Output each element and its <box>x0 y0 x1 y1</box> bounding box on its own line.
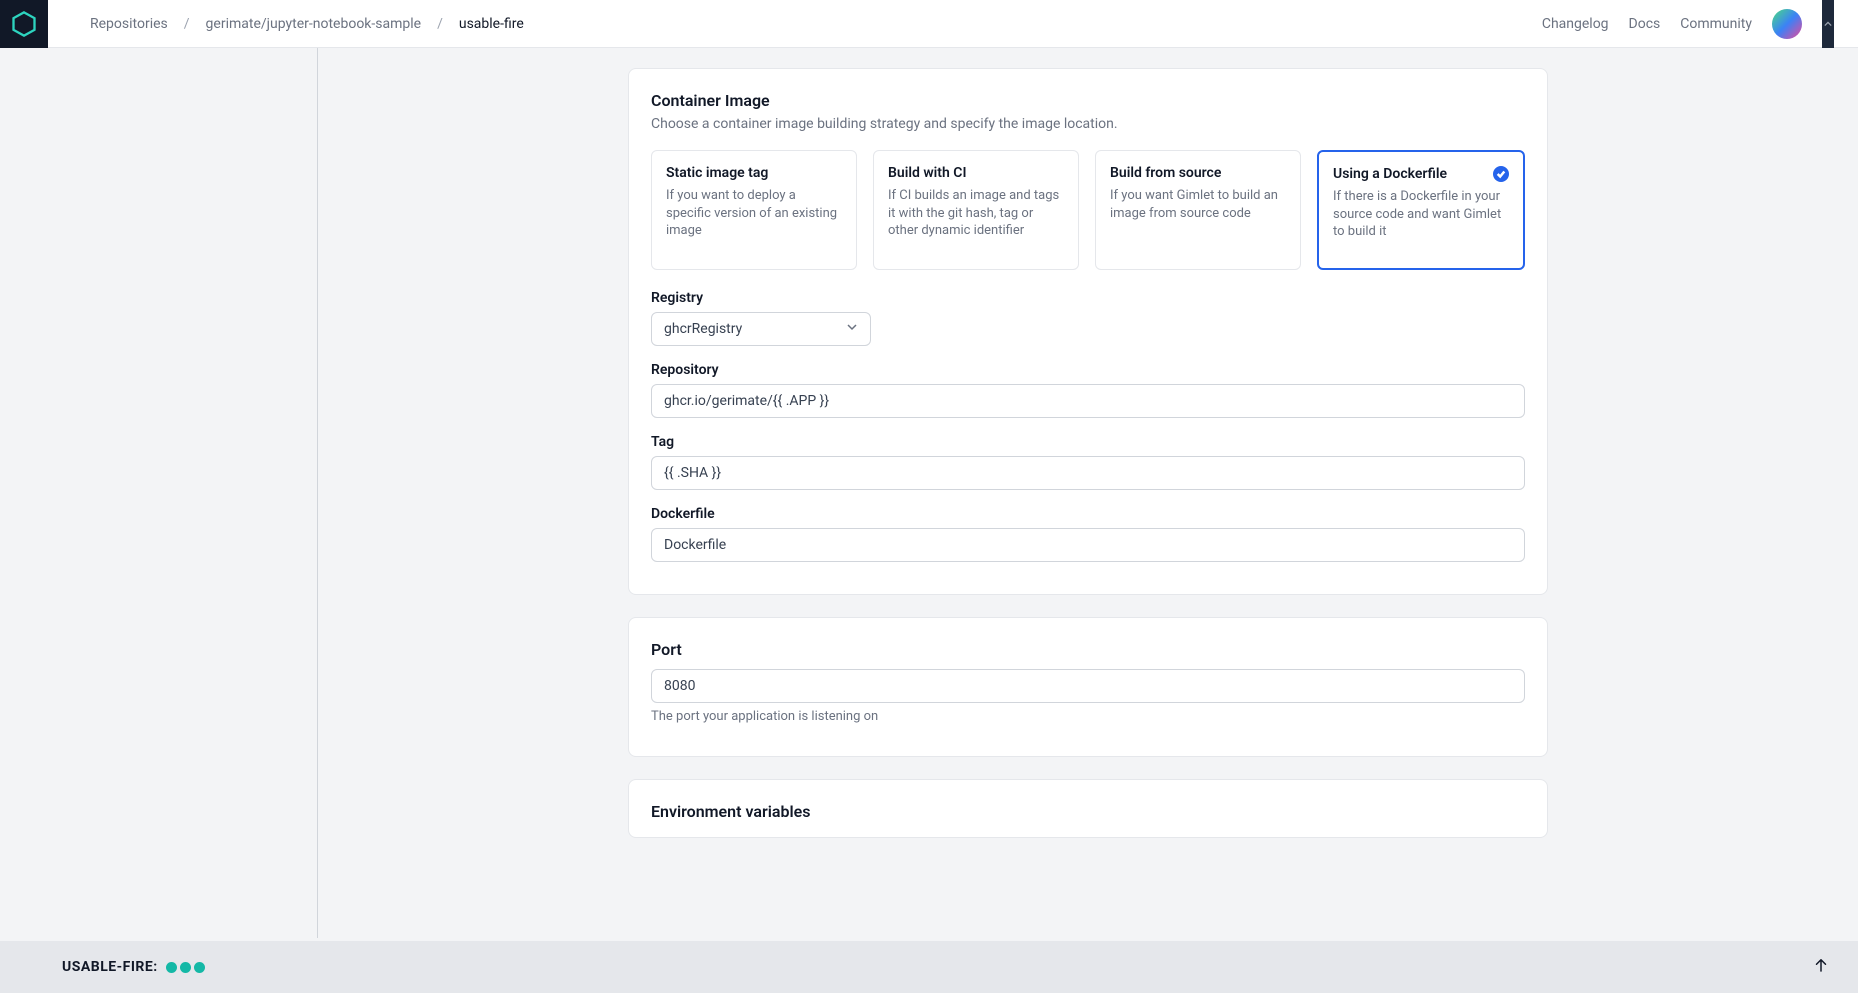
breadcrumb-root[interactable]: Repositories <box>90 16 168 32</box>
field-tag: Tag <box>651 434 1525 490</box>
chevron-down-icon <box>846 321 858 337</box>
registry-label: Registry <box>651 290 1525 306</box>
tag-input[interactable] <box>651 456 1525 490</box>
left-panel <box>0 48 318 938</box>
scroll-top-button[interactable] <box>1812 956 1830 978</box>
dockerfile-input[interactable] <box>651 528 1525 562</box>
avatar[interactable] <box>1772 9 1802 39</box>
content-column: Container Image Choose a container image… <box>318 48 1858 938</box>
strategy-title: Build from source <box>1110 165 1286 181</box>
strategy-build-with-ci[interactable]: Build with CI If CI builds an image and … <box>873 150 1079 270</box>
breadcrumb-separator: / <box>437 16 443 32</box>
breadcrumb-separator: / <box>184 16 190 32</box>
strategy-title: Using a Dockerfile <box>1333 166 1509 182</box>
strategy-sub: If you want Gimlet to build an image fro… <box>1110 187 1286 222</box>
env-vars-title: Environment variables <box>651 802 1525 821</box>
chevron-up-icon <box>1824 20 1832 28</box>
bottom-bar: USABLE-FIRE: <box>0 941 1858 993</box>
status-dot <box>194 962 205 973</box>
link-changelog[interactable]: Changelog <box>1542 16 1609 32</box>
breadcrumb-repo[interactable]: gerimate/jupyter-notebook-sample <box>206 16 422 32</box>
breadcrumb-current: usable-fire <box>459 16 524 32</box>
status-dots <box>166 962 205 973</box>
strategy-sub: If you want to deploy a specific version… <box>666 187 842 240</box>
tag-label: Tag <box>651 434 1525 450</box>
check-icon <box>1493 166 1509 182</box>
strategy-build-from-source[interactable]: Build from source If you want Gimlet to … <box>1095 150 1301 270</box>
registry-value: ghcrRegistry <box>664 321 742 337</box>
bottom-bar-label: USABLE-FIRE: <box>62 959 205 975</box>
topbar-left: Repositories / gerimate/jupyter-notebook… <box>0 0 524 48</box>
repository-input[interactable] <box>651 384 1525 418</box>
arrow-up-icon <box>1812 956 1830 974</box>
port-input[interactable] <box>651 669 1525 703</box>
strategy-title: Build with CI <box>888 165 1064 181</box>
strategy-sub: If there is a Dockerfile in your source … <box>1333 188 1509 241</box>
card-container-image: Container Image Choose a container image… <box>628 68 1548 595</box>
field-registry: Registry ghcrRegistry <box>651 290 1525 346</box>
strategy-static-image-tag[interactable]: Static image tag If you want to deploy a… <box>651 150 857 270</box>
card-env-vars: Environment variables <box>628 779 1548 838</box>
link-community[interactable]: Community <box>1680 16 1752 32</box>
container-image-title: Container Image <box>651 91 1525 110</box>
strategy-sub: If CI builds an image and tags it with t… <box>888 187 1064 240</box>
breadcrumb: Repositories / gerimate/jupyter-notebook… <box>90 16 524 32</box>
dockerfile-label: Dockerfile <box>651 506 1525 522</box>
topbar-right: Changelog Docs Community <box>1542 0 1834 48</box>
status-dot <box>166 962 177 973</box>
link-docs[interactable]: Docs <box>1629 16 1661 32</box>
container-image-description: Choose a container image building strate… <box>651 116 1525 132</box>
strategy-title: Static image tag <box>666 165 842 181</box>
strategy-row: Static image tag If you want to deploy a… <box>651 150 1525 270</box>
registry-select[interactable]: ghcrRegistry <box>651 312 871 346</box>
port-title: Port <box>651 640 1525 659</box>
field-repository: Repository <box>651 362 1525 418</box>
topbar: Repositories / gerimate/jupyter-notebook… <box>0 0 1858 48</box>
card-port: Port The port your application is listen… <box>628 617 1548 757</box>
hexagon-logo-icon <box>10 10 38 38</box>
repository-label: Repository <box>651 362 1525 378</box>
status-dot <box>180 962 191 973</box>
port-helper: The port your application is listening o… <box>651 709 1525 724</box>
strategy-using-dockerfile[interactable]: Using a Dockerfile If there is a Dockerf… <box>1317 150 1525 270</box>
field-dockerfile: Dockerfile <box>651 506 1525 562</box>
main-area: Container Image Choose a container image… <box>0 48 1858 938</box>
scroll-indicator-top <box>1822 0 1834 48</box>
app-logo[interactable] <box>0 0 48 48</box>
